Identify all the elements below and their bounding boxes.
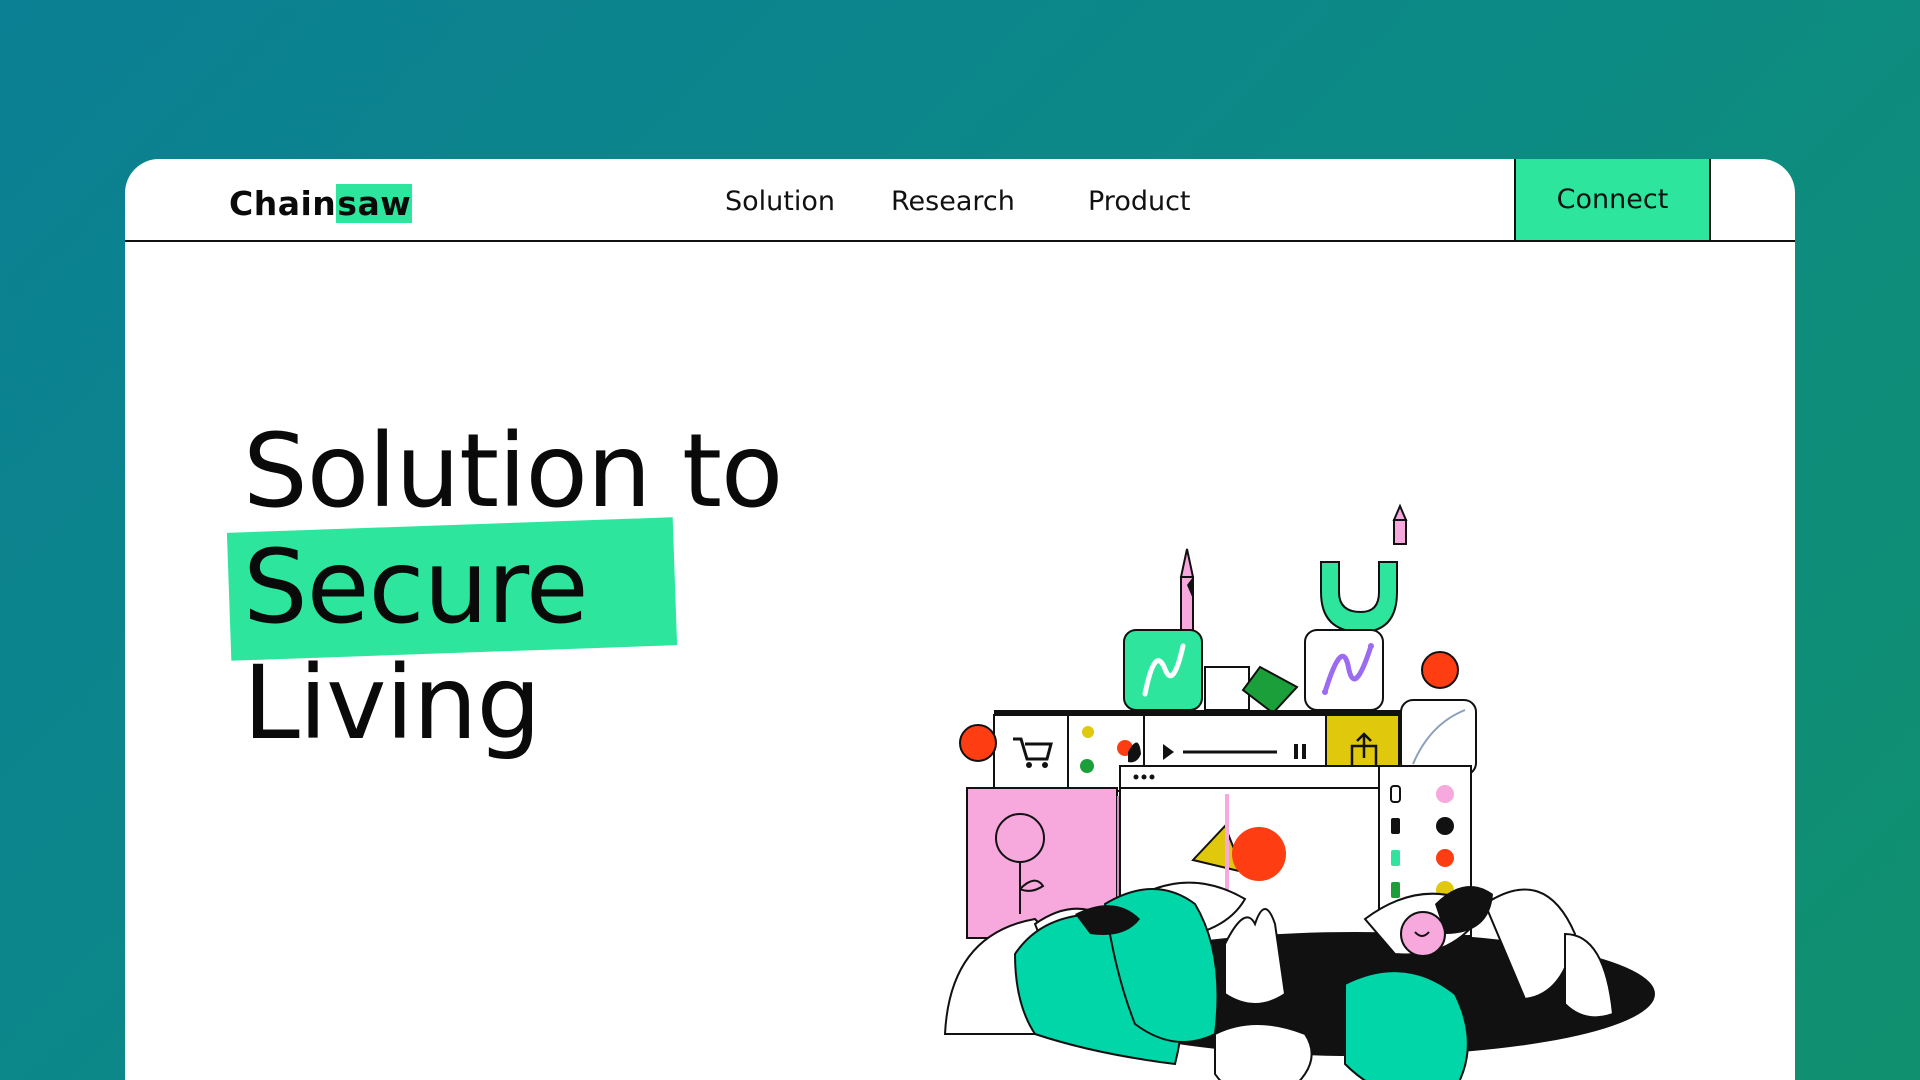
pause-icon: [1294, 744, 1298, 759]
nav-link-research[interactable]: Research: [891, 184, 1015, 220]
hero-line-1: Solution to: [243, 412, 783, 531]
logo-text-prefix: Chain: [229, 184, 337, 223]
connect-button[interactable]: Connect: [1514, 159, 1711, 240]
magnet-icon: [1320, 503, 1408, 634]
top-navbar: Chainsaw Solution Research Product Conne…: [125, 159, 1795, 242]
bezier-curve-icon-purple: [1304, 629, 1384, 711]
logo[interactable]: Chainsaw: [229, 182, 413, 226]
logo-text-highlight: saw: [336, 184, 413, 223]
cart-icon: [993, 714, 1069, 792]
hero-line-3: Living: [243, 644, 541, 763]
glass-block: [1400, 699, 1477, 776]
nav-link-solution[interactable]: Solution: [725, 184, 835, 220]
small-white-block: [1204, 666, 1250, 711]
bezier-curve-icon: [1123, 629, 1203, 711]
nav-link-product[interactable]: Product: [1088, 184, 1191, 220]
hero-headline: Solution to Secure Living: [243, 412, 783, 763]
hero-illustration: [943, 503, 1655, 1080]
red-ball: [1421, 651, 1459, 689]
red-ball: [959, 724, 997, 762]
browser-window: Chainsaw Solution Research Product Conne…: [125, 159, 1795, 1080]
hero-line-2: Secure: [243, 528, 589, 647]
green-diamond: [1241, 665, 1299, 715]
